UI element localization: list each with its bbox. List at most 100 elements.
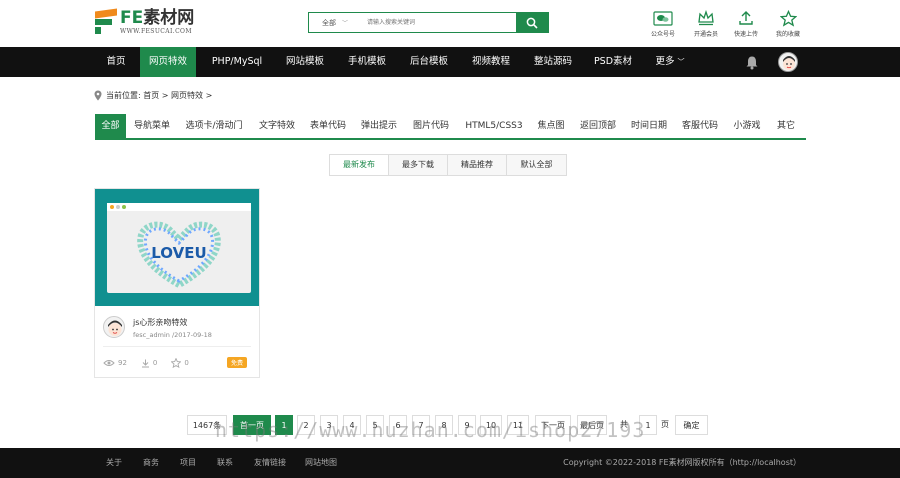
quick-link-label: 快速上传 (733, 31, 758, 38)
card-meta: fesc_admin /2017-09-18 (133, 331, 212, 339)
category-tab-all[interactable]: 全部 (95, 114, 126, 138)
quick-link-vip[interactable]: 开通会员 (689, 9, 723, 38)
resource-card[interactable]: LOVEU js心形亲吻特效 fesc_admin /2017-09-18 92… (94, 188, 260, 378)
quick-link-favorites[interactable]: 我的收藏 (771, 9, 805, 38)
footer-link-projects[interactable]: 项目 (180, 448, 196, 478)
heart-ring-image: LOVEU (137, 221, 221, 289)
bell-icon[interactable] (745, 55, 759, 70)
category-tab-datetime[interactable]: 时间日期 (627, 114, 671, 138)
category-tab-tabs[interactable]: 选项卡/滑动门 (181, 114, 247, 138)
location-pin-icon (94, 90, 102, 101)
nav-item-admin-templates[interactable]: 后台模板 (402, 47, 456, 77)
category-tab-service-code[interactable]: 客服代码 (678, 114, 722, 138)
top-header: FE素材网 WWW.FESUCAI.COM 全部 ﹀ 公众号号 开通会员 快速上… (0, 0, 900, 47)
sort-tab-recommended[interactable]: 精品推荐 (448, 155, 507, 175)
footer-link-business[interactable]: 商务 (143, 448, 159, 478)
chevron-down-icon: ﹀ (677, 58, 685, 66)
card-downloads: 0 (152, 359, 158, 367)
footer-link-about[interactable]: 关于 (106, 448, 122, 478)
pagination-page[interactable]: 10 (480, 415, 502, 435)
nav-item-site-templates[interactable]: 网站模板 (278, 47, 332, 77)
logo-mark-icon (95, 8, 117, 34)
search-category-select[interactable]: 全部 ﹀ (309, 13, 357, 32)
price-badge: 免费 (226, 357, 247, 368)
logo-brand: FE (120, 8, 144, 28)
category-tab-back-to-top[interactable]: 返回顶部 (576, 114, 620, 138)
site-logo[interactable]: FE素材网 WWW.FESUCAI.COM (95, 8, 195, 35)
pagination-page-current[interactable]: 1 (275, 415, 293, 435)
pagination-jump-prefix: 共 (620, 420, 628, 429)
sort-tab-most-downloads[interactable]: 最多下载 (389, 155, 448, 175)
breadcrumb-home[interactable]: 首页 (143, 90, 159, 101)
pagination-total: 1467条 (187, 415, 227, 435)
card-date: /2017-09-18 (171, 331, 212, 339)
pagination-page[interactable]: 4 (343, 415, 361, 435)
card-author[interactable]: fesc_admin (133, 331, 170, 339)
nav-more-label: 更多 (655, 56, 675, 67)
pagination-page[interactable]: 8 (435, 415, 453, 435)
footer-link-contact[interactable]: 联系 (217, 448, 233, 478)
breadcrumb-sep: > (205, 91, 213, 100)
nav-item-video-tutorials[interactable]: 视频教程 (464, 47, 518, 77)
category-tabs: 全部 导航菜单 选项卡/滑动门 文字特效 表单代码 弹出提示 图片代码 HTML… (95, 114, 806, 140)
nav-item-mobile-templates[interactable]: 手机模板 (340, 47, 394, 77)
search-category-label: 全部 (322, 18, 336, 27)
quick-link-label: 开通会员 (693, 31, 718, 38)
sort-tabs: 最新发布 最多下载 精品推荐 默认全部 (329, 154, 567, 176)
eye-icon (103, 360, 115, 366)
nav-item-more[interactable]: 更多 ﹀ (648, 47, 692, 77)
pagination-prev[interactable]: 首一页 (233, 415, 271, 435)
quick-link-wechat[interactable]: 公众号号 (646, 9, 680, 38)
pagination-page[interactable]: 6 (389, 415, 407, 435)
logo-name: 素材网 (143, 8, 195, 28)
nav-item-psd[interactable]: PSD素材 (588, 47, 638, 77)
category-tab-nav-menu[interactable]: 导航菜单 (130, 114, 174, 138)
pagination-jump-input[interactable]: 1 (639, 415, 657, 435)
category-tab-form-code[interactable]: 表单代码 (306, 114, 350, 138)
category-tab-other[interactable]: 其它 (772, 114, 800, 138)
category-tab-focus-image[interactable]: 焦点图 (533, 114, 569, 138)
footer-link-friends[interactable]: 友情链接 (254, 448, 286, 478)
wechat-icon (653, 10, 673, 26)
thumbnail-window: LOVEU (107, 203, 251, 293)
pagination-jump-suffix: 页 (659, 415, 671, 435)
breadcrumb-current[interactable]: 网页特效 (171, 90, 203, 101)
search-input[interactable] (357, 13, 516, 32)
nav-item-php-mysql[interactable]: PHP/MySql (204, 47, 270, 77)
download-icon (141, 359, 149, 367)
pagination-next[interactable]: 下一页 (535, 415, 571, 435)
card-favorites: 0 (184, 359, 189, 367)
footer-link-sitemap[interactable]: 网站地图 (305, 448, 337, 478)
sort-tab-latest[interactable]: 最新发布 (330, 155, 389, 175)
category-tab-html5-css3[interactable]: HTML5/CSS3 (461, 114, 527, 138)
pagination-confirm-button[interactable]: 确定 (675, 415, 708, 435)
sort-tab-all[interactable]: 默认全部 (507, 155, 566, 175)
pagination-page[interactable]: 2 (297, 415, 315, 435)
category-tab-popup[interactable]: 弹出提示 (357, 114, 401, 138)
card-thumbnail[interactable]: LOVEU (95, 189, 259, 306)
nav-item-site-source[interactable]: 整站源码 (526, 47, 580, 77)
nav-item-home[interactable]: 首页 (96, 47, 136, 77)
category-tab-mini-games[interactable]: 小游戏 (729, 114, 765, 138)
category-tab-text-effects[interactable]: 文字特效 (255, 114, 299, 138)
quick-link-label: 公众号号 (650, 31, 675, 38)
pagination-page[interactable]: 11 (507, 415, 529, 435)
pagination-page[interactable]: 9 (458, 415, 476, 435)
chevron-down-icon: ﹀ (342, 20, 349, 27)
quick-link-label: 我的收藏 (775, 31, 800, 38)
pagination-page[interactable]: 7 (412, 415, 430, 435)
card-title[interactable]: js心形亲吻特效 (133, 317, 187, 328)
search-button[interactable] (516, 13, 548, 32)
pagination-last[interactable]: 最后页 (577, 415, 607, 435)
category-tab-image-code[interactable]: 图片代码 (409, 114, 453, 138)
pagination-page[interactable]: 5 (366, 415, 384, 435)
star-icon (779, 9, 797, 27)
card-stats: 92 0 0 (103, 358, 193, 368)
nav-item-web-effects[interactable]: 网页特效 (140, 47, 196, 77)
quick-link-upload[interactable]: 快速上传 (729, 9, 763, 38)
author-avatar[interactable] (103, 316, 125, 338)
main-nav: 首页 网页特效 PHP/MySql 网站模板 手机模板 后台模板 视频教程 整站… (0, 47, 900, 77)
pagination-page[interactable]: 3 (320, 415, 338, 435)
user-avatar[interactable] (778, 52, 798, 72)
logo-url: WWW.FESUCAI.COM (120, 28, 192, 35)
